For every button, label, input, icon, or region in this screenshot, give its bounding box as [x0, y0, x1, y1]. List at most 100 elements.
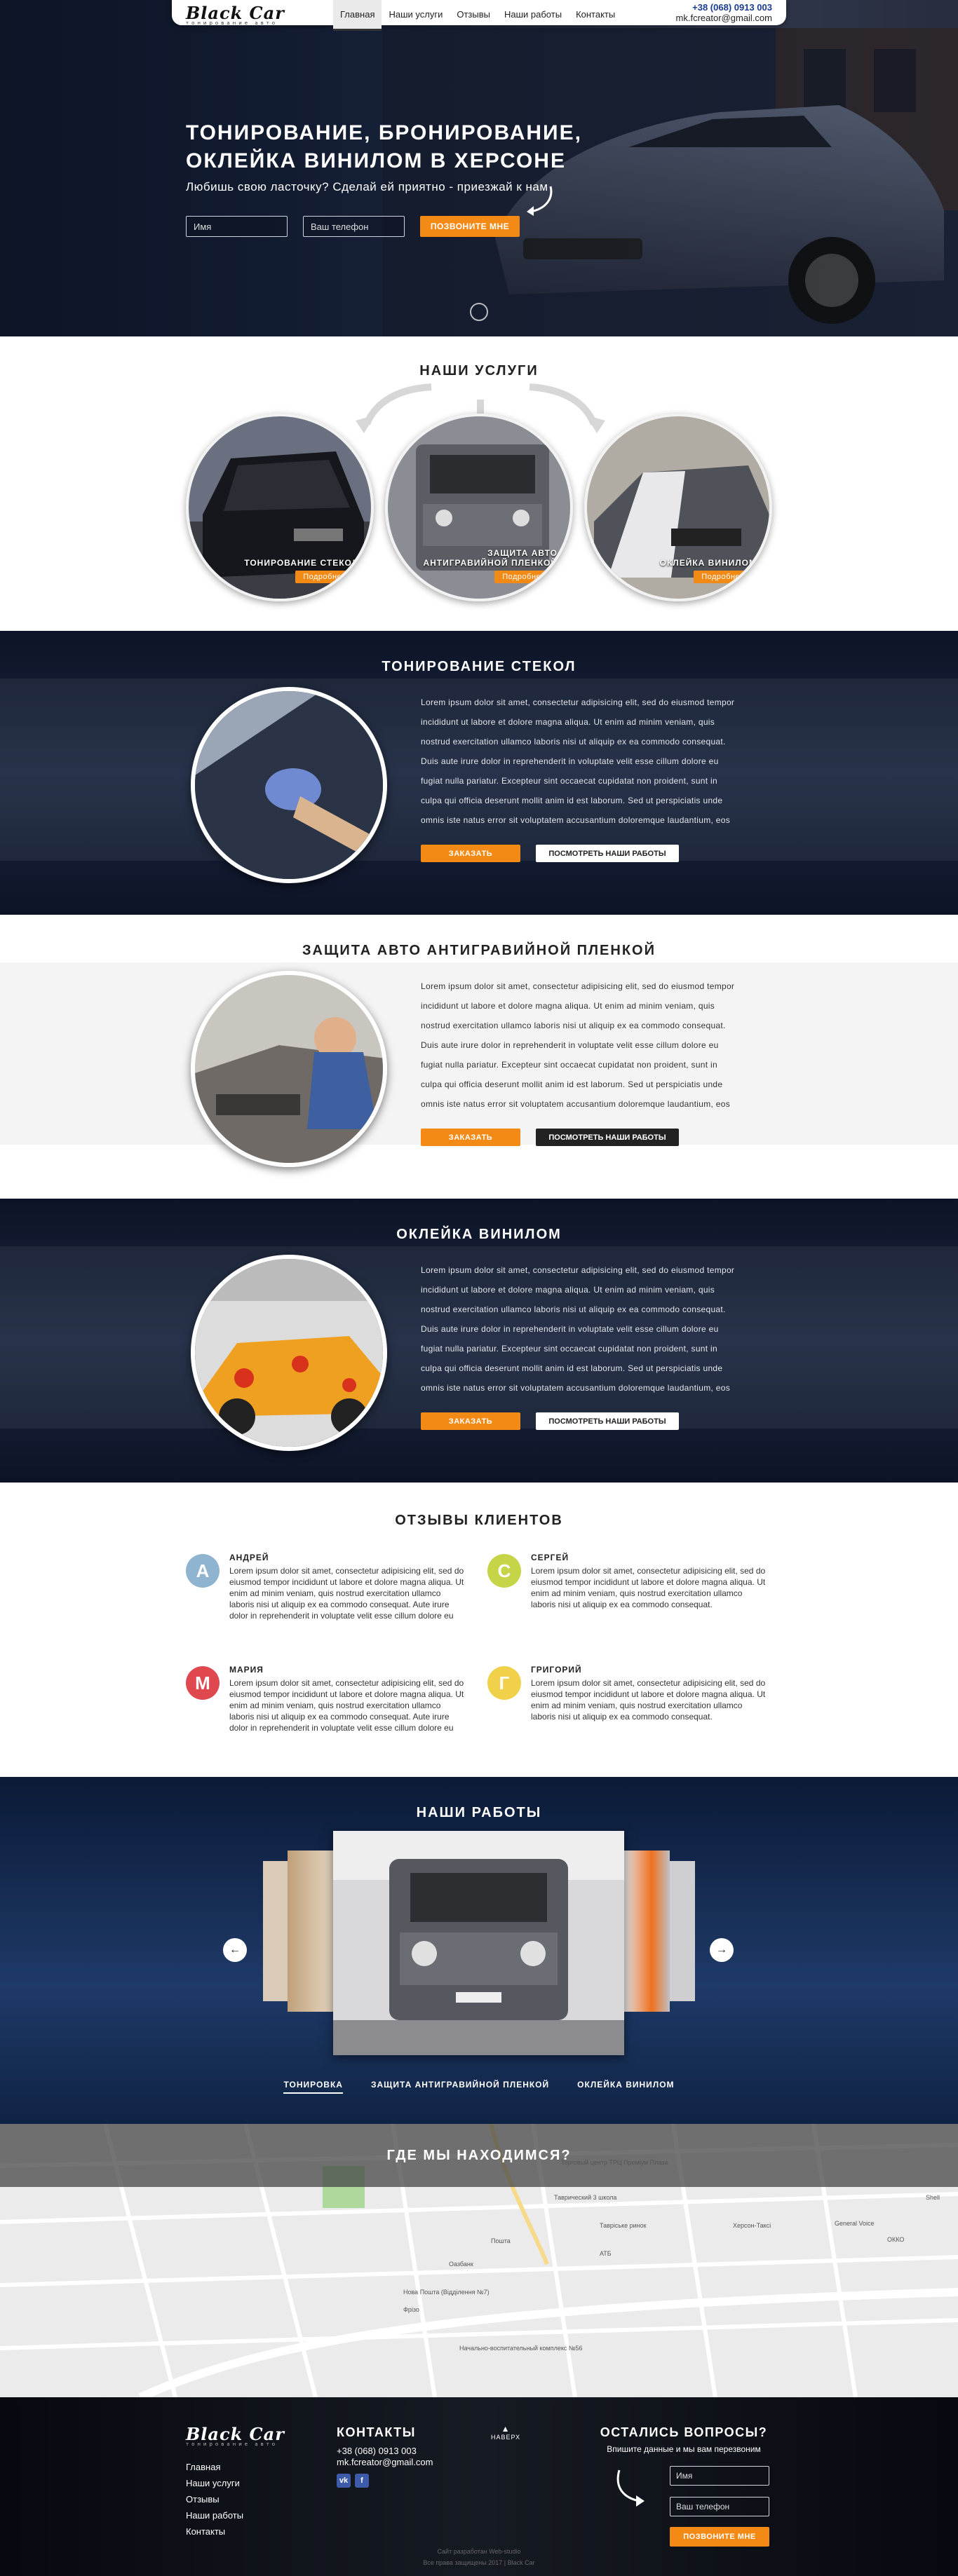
text-line: culpa qui officia deserunt mollit anim i… — [421, 1079, 723, 1089]
back-to-top-label: Наверх — [491, 2434, 521, 2441]
footer-call-me-button[interactable]: Позвоните мне — [670, 2527, 769, 2547]
service-protection-label-line1: Защита авто — [487, 548, 558, 558]
review-text: Lorem ipsum dolor sit amet, consectetur … — [229, 1678, 464, 1733]
text-line: Duis aute irure dolor in reprehenderit i… — [421, 1040, 719, 1050]
review-text: Lorem ipsum dolor sit amet, consectetur … — [531, 1678, 766, 1722]
map-section[interactable]: Где мы находимся? Торговый центр ТРЦ Пре… — [0, 2124, 958, 2397]
footer-phone-input[interactable]: Ваш телефон — [670, 2497, 769, 2516]
top-header: Black Car тонирование авто Главная Наши у… — [0, 0, 958, 31]
slide-right[interactable] — [624, 1851, 670, 2012]
slide-left[interactable] — [288, 1851, 333, 2012]
tab-tinting[interactable]: Тонировка — [283, 2080, 343, 2094]
map-label: Херсон-Таксі — [733, 2222, 771, 2229]
footer-nav-works[interactable]: Наши работы — [186, 2507, 243, 2523]
map-label: Таврический 3 школа — [554, 2194, 617, 2201]
service-card-protection[interactable]: Защита авто антигравийной пленкой Подробн… — [385, 414, 573, 601]
protection-photo — [191, 971, 387, 1167]
protection-order-button[interactable]: Заказать — [421, 1129, 520, 1146]
footer-contacts-heading: Контакты — [337, 2425, 416, 2439]
nav-item-reviews[interactable]: Отзывы — [450, 0, 497, 31]
vinyl-works-button[interactable]: Посмотреть наши работы — [536, 1412, 679, 1430]
map-label: Пошта — [491, 2237, 511, 2244]
avatar: А — [186, 1554, 220, 1588]
slide-main-photo — [333, 1831, 624, 2055]
header-email[interactable]: mk.fcreator@gmail.com — [676, 13, 772, 23]
service-vinyl-more-button[interactable]: Подробнее — [694, 571, 753, 583]
service-card-tinting[interactable]: Тонирование стекол Подробнее — [186, 414, 374, 601]
footer-contacts: Контакты +38 (068) 0913 003 mk.fcreator@… — [337, 2425, 433, 2488]
footer-logo[interactable]: Black Car тонирование авто — [186, 2424, 285, 2447]
review-author: Андрей — [229, 1553, 269, 1562]
text-line: nostrud exercitation ullamco laboris nis… — [421, 1021, 726, 1030]
footer-email[interactable]: mk.fcreator@gmail.com — [337, 2457, 433, 2468]
service-protection-label: Защита авто антигравийной пленкой — [423, 548, 558, 568]
footer-logo-tagline: тонирование авто — [186, 2441, 278, 2447]
hero-title-line1: Тонирование, бронирование, — [186, 121, 582, 144]
vk-icon[interactable]: vk — [337, 2474, 351, 2488]
social-links: vk f — [337, 2474, 433, 2488]
footer-nav-services[interactable]: Наши услуги — [186, 2475, 243, 2491]
footer-nav-reviews[interactable]: Отзывы — [186, 2491, 243, 2507]
protection-actions: Заказать Посмотреть наши работы — [421, 1129, 679, 1146]
scroll-down-icon[interactable] — [470, 303, 488, 321]
header-phone[interactable]: +38 (068) 0913 003 — [676, 2, 772, 13]
slide-far-right[interactable] — [670, 1861, 695, 2001]
works-prev-button[interactable]: ← — [223, 1938, 247, 1962]
footer-nav-contacts[interactable]: Контакты — [186, 2523, 243, 2540]
service-protection-label-line2: антигравийной пленкой — [423, 558, 558, 568]
hero-subtitle: Любишь свою ласточку? Сделай ей приятно … — [186, 180, 548, 193]
slide-main[interactable] — [333, 1831, 624, 2055]
protection-works-button[interactable]: Посмотреть наши работы — [536, 1129, 679, 1146]
logo[interactable]: Black Car тонирование авто — [186, 3, 285, 26]
tinting-section: Тонирование стекол Lorem ipsum dolor sit… — [0, 631, 958, 915]
text-line: Lorem ipsum dolor sit amet, consectetur … — [421, 981, 735, 991]
hero-name-input[interactable]: Имя — [186, 216, 288, 237]
hero-call-me-button[interactable]: Позвоните мне — [420, 216, 520, 237]
service-card-vinyl[interactable]: Оклейка винилом Подробнее — [584, 414, 772, 601]
slide-far-left[interactable] — [263, 1861, 288, 2001]
tinting-works-button[interactable]: Посмотреть наши работы — [536, 845, 679, 862]
map-label: General Voice — [835, 2220, 875, 2227]
services-section: Наши услуги Тонирование стекол Подробнее… — [0, 336, 958, 631]
copyright-line2: Все права защищены 2017 | Black Car — [423, 2559, 535, 2566]
nav-item-services[interactable]: Наши услуги — [382, 0, 450, 31]
tab-protection[interactable]: Защита антигравийной пленкой — [371, 2080, 549, 2094]
tinting-order-button[interactable]: Заказать — [421, 845, 520, 862]
nav-item-works[interactable]: Наши работы — [497, 0, 569, 31]
hero-phone-input[interactable]: Ваш телефон — [303, 216, 405, 237]
footer-question-sub: Впишите данные и мы вам перезвоним — [607, 2444, 761, 2454]
review-item: М Мария Lorem ipsum dolor sit amet, cons… — [186, 1665, 466, 1763]
map-label: Shell — [926, 2194, 940, 2201]
vinyl-photo — [191, 1255, 387, 1451]
text-line: omnis iste natus error sit voluptatem ac… — [421, 815, 731, 825]
map-label: Торговый центр ТРЦ Преміум Плаза — [561, 2159, 668, 2166]
footer-name-input[interactable]: Имя — [670, 2466, 769, 2486]
text-line: Duis aute irure dolor in reprehenderit i… — [421, 1324, 719, 1334]
protection-heading: Защита авто антигравийной пленкой — [302, 943, 656, 958]
nav-item-home[interactable]: Главная — [333, 0, 382, 31]
text-line: Lorem ipsum dolor sit amet, consectetur … — [421, 1265, 735, 1275]
vinyl-order-button[interactable]: Заказать — [421, 1412, 520, 1430]
works-heading: Наши работы — [416, 1805, 542, 1820]
map-label: Оазбанк — [449, 2261, 473, 2268]
works-next-button[interactable]: → — [710, 1938, 734, 1962]
review-item: А Андрей Lorem ipsum dolor sit amet, con… — [186, 1553, 466, 1651]
tab-vinyl[interactable]: Оклейка винилом — [577, 2080, 674, 2094]
text-line: nostrud exercitation ullamco laboris nis… — [421, 1304, 726, 1314]
hero-callback-form: Имя Ваш телефон Позвоните мне — [186, 216, 520, 237]
nav-item-contacts[interactable]: Контакты — [569, 0, 622, 31]
hero-section: Тонирование, бронирование, оклейка винил… — [0, 0, 958, 336]
vinyl-actions: Заказать Посмотреть наши работы — [421, 1412, 679, 1430]
avatar: Г — [487, 1666, 521, 1700]
map-heading: Где мы находимся? — [386, 2148, 572, 2163]
footer-question: Остались вопросы? Впишите данные и мы ва… — [600, 2425, 768, 2454]
footer-question-heading: Остались вопросы? — [600, 2425, 768, 2439]
back-to-top[interactable]: ▲ Наверх — [491, 2424, 520, 2441]
footer-nav-home[interactable]: Главная — [186, 2459, 243, 2475]
footer-nav: Главная Наши услуги Отзывы Наши работы К… — [186, 2459, 243, 2540]
service-protection-more-button[interactable]: Подробнее — [494, 571, 553, 583]
footer-phone[interactable]: +38 (068) 0913 003 — [337, 2446, 433, 2457]
service-tinting-more-button[interactable]: Подробнее — [295, 571, 354, 583]
facebook-icon[interactable]: f — [355, 2474, 369, 2488]
review-author: Сергей — [531, 1553, 569, 1562]
